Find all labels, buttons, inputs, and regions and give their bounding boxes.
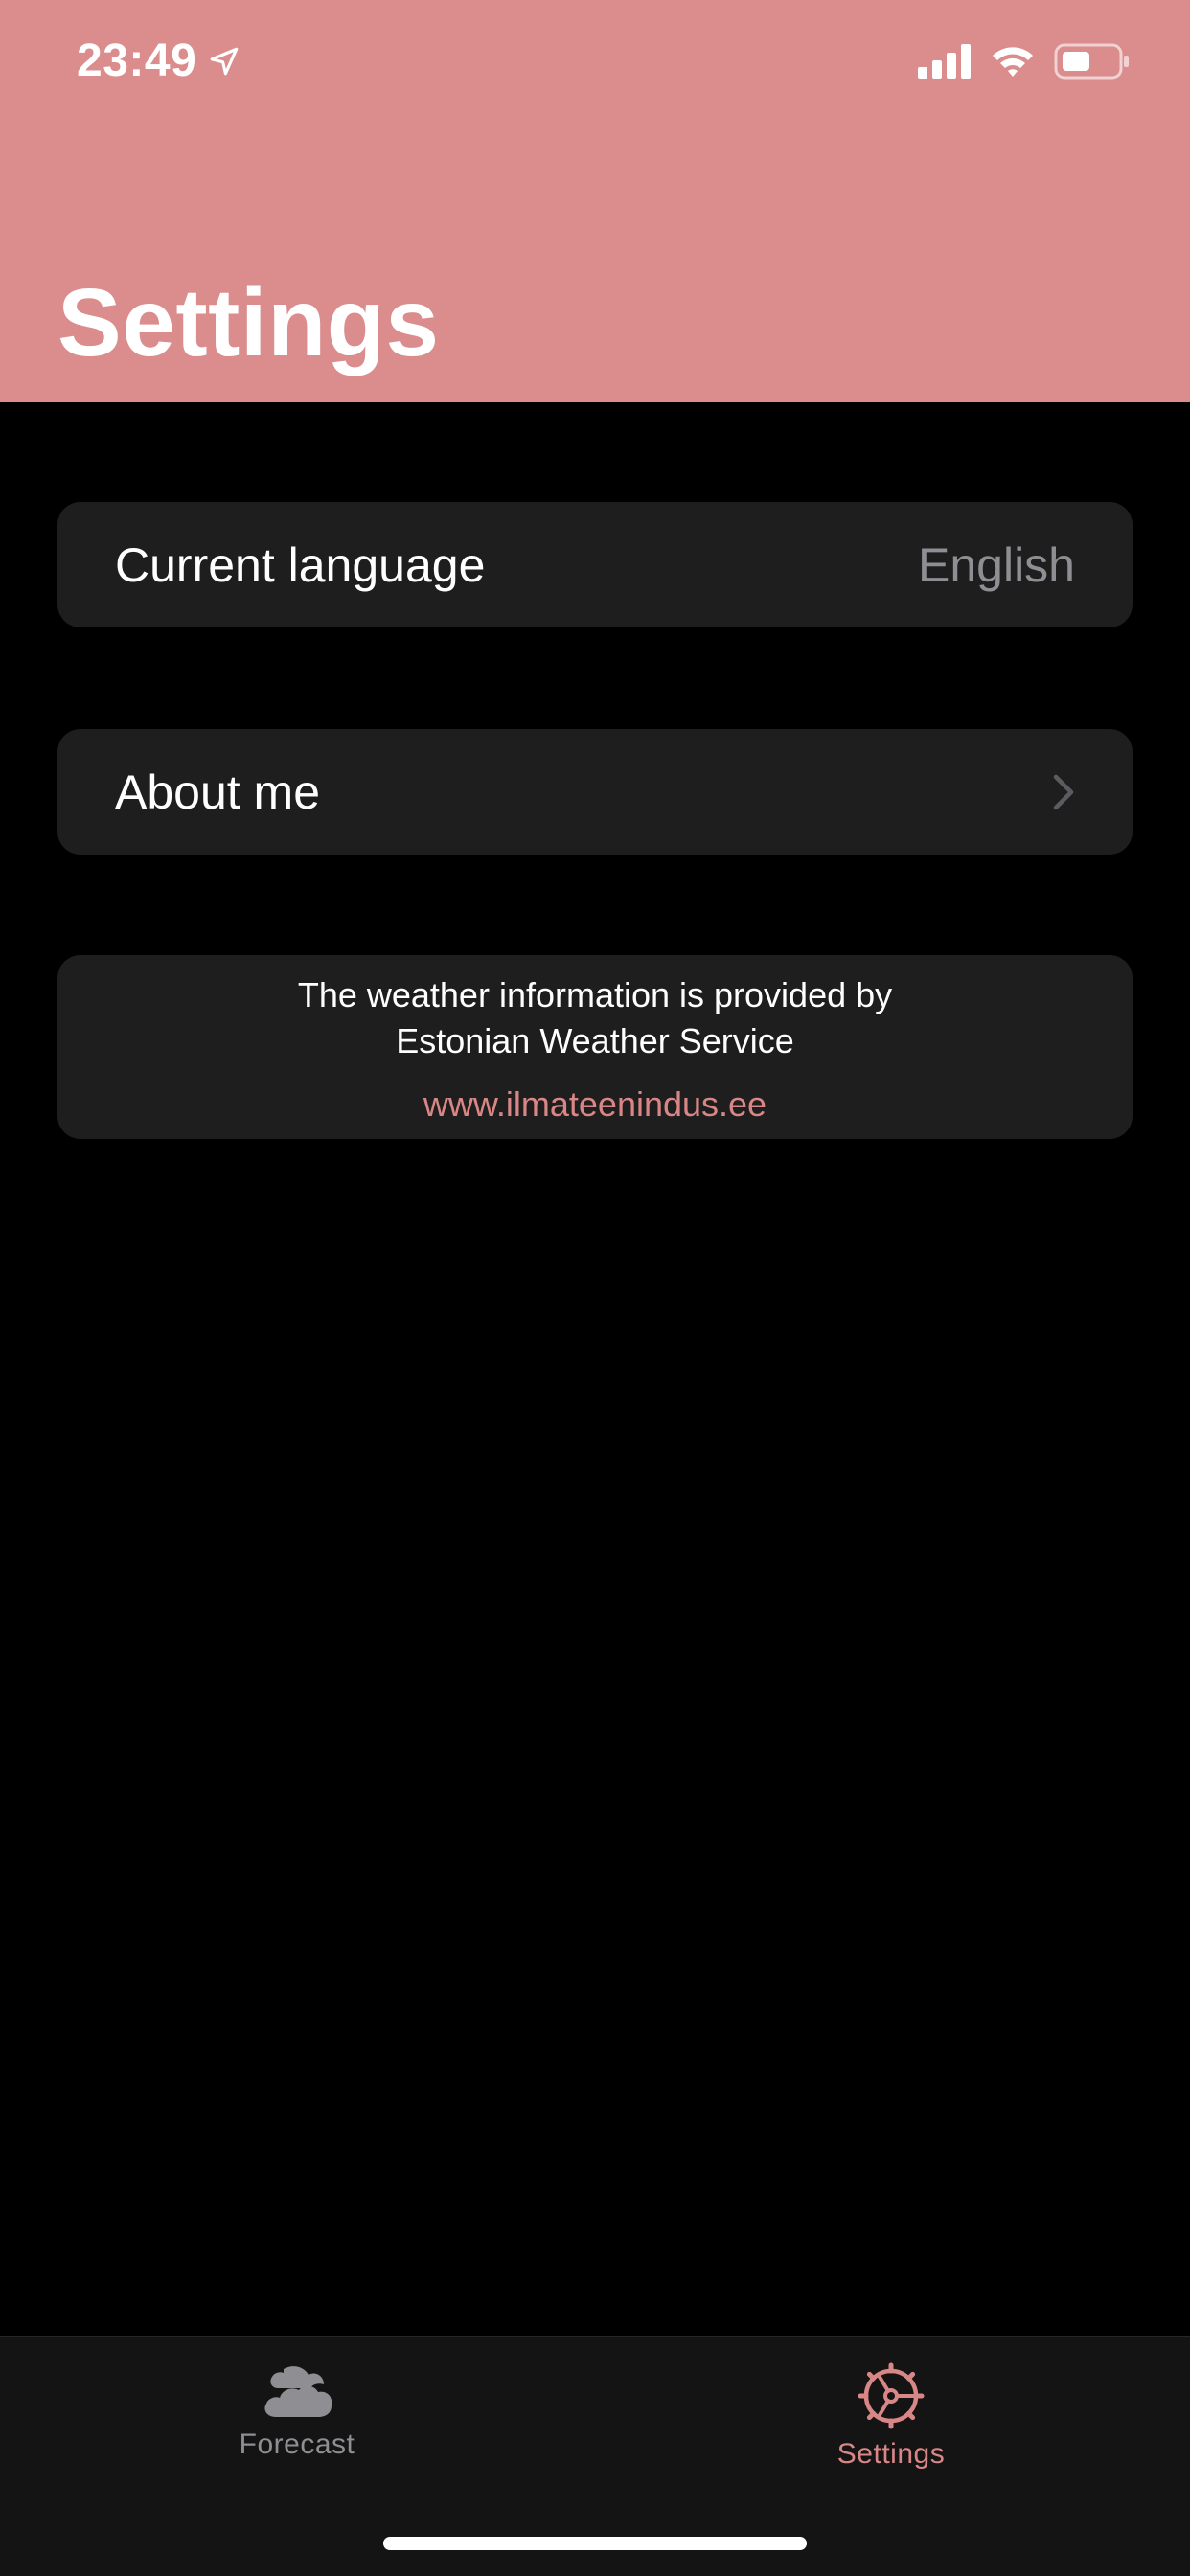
weather-service-link[interactable]: www.ilmateenindus.ee	[423, 1082, 767, 1128]
status-time-text: 23:49	[77, 35, 197, 86]
status-bar-time: 23:49	[77, 34, 240, 87]
about-me-row[interactable]: About me	[57, 729, 1133, 855]
gear-icon	[858, 2362, 925, 2429]
info-text-line-1: The weather information is provided by	[297, 975, 893, 1014]
battery-icon	[1054, 43, 1129, 80]
cellular-signal-icon	[918, 44, 971, 79]
current-language-value: English	[918, 537, 1075, 592]
current-language-row[interactable]: Current language English	[57, 502, 1133, 627]
cloud-icon	[264, 2366, 332, 2417]
page-title: Settings	[57, 269, 440, 376]
wifi-icon	[993, 47, 1033, 77]
language-card: Current language English	[57, 502, 1133, 627]
chevron-right-icon	[1053, 774, 1074, 809]
info-card: The weather information is provided by E…	[57, 955, 1133, 1139]
about-me-label: About me	[115, 764, 321, 819]
about-card: About me	[57, 729, 1133, 855]
current-language-label: Current language	[115, 537, 486, 592]
tab-settings[interactable]: Settings	[747, 2361, 1035, 2471]
info-text-line-2: Estonian Weather Service	[396, 1021, 794, 1060]
navigation-header: 23:49 Settings	[0, 0, 1190, 402]
tab-forecast-label: Forecast	[239, 2428, 355, 2460]
home-indicator[interactable]	[383, 2537, 807, 2550]
tab-settings-label: Settings	[836, 2438, 946, 2470]
status-bar-indicators	[918, 42, 1131, 80]
location-arrow-icon	[210, 47, 239, 75]
tab-forecast[interactable]: Forecast	[153, 2361, 441, 2461]
